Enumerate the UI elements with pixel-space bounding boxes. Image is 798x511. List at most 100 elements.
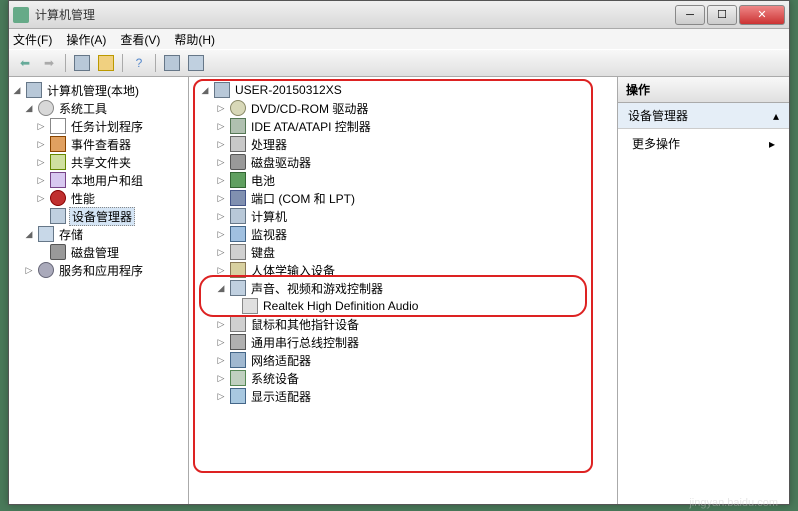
expander-icon[interactable]: ▷ <box>215 174 227 186</box>
dev-root[interactable]: ◢ USER-20150312XS <box>191 81 615 99</box>
expander-icon[interactable]: ▷ <box>35 120 47 132</box>
expander-icon[interactable]: ▷ <box>215 228 227 240</box>
dev-ports[interactable]: ▷ 端口 (COM 和 LPT) <box>191 189 615 207</box>
expander-icon[interactable]: ▷ <box>35 156 47 168</box>
dev-sound[interactable]: ◢ 声音、视频和游戏控制器 <box>191 279 615 297</box>
computer-icon <box>26 82 42 98</box>
expander-icon[interactable]: ▷ <box>215 372 227 384</box>
hid-icon <box>230 262 246 278</box>
expander-icon[interactable]: ▷ <box>215 102 227 114</box>
expander-icon[interactable]: ▷ <box>215 192 227 204</box>
expander-icon[interactable]: ▷ <box>23 264 35 276</box>
speaker-icon <box>242 298 258 314</box>
ide-icon <box>230 118 246 134</box>
tree-root[interactable]: ◢ 计算机管理(本地) <box>11 81 186 99</box>
expander-icon[interactable]: ▷ <box>215 210 227 222</box>
expander-icon[interactable]: ◢ <box>23 102 35 114</box>
menu-help[interactable]: 帮助(H) <box>174 31 215 48</box>
window-title: 计算机管理 <box>35 6 675 23</box>
properties-button[interactable] <box>96 53 116 73</box>
expander-icon[interactable]: ▷ <box>215 354 227 366</box>
disk-icon <box>230 154 246 170</box>
collapse-icon[interactable]: ▴ <box>773 109 779 123</box>
tree-task-scheduler[interactable]: ▷ 任务计划程序 <box>11 117 186 135</box>
performance-icon <box>50 190 66 206</box>
tree-system-tools[interactable]: ◢ 系统工具 <box>11 99 186 117</box>
dev-cpu[interactable]: ▷ 处理器 <box>191 135 615 153</box>
expander-icon[interactable]: ▷ <box>35 192 47 204</box>
services-icon <box>38 262 54 278</box>
port-icon <box>230 190 246 206</box>
show-hide-button[interactable] <box>72 53 92 73</box>
tools-icon <box>38 100 54 116</box>
back-button[interactable]: ⬅ <box>15 53 35 73</box>
scheduler-icon <box>50 118 66 134</box>
tree-shared-folders[interactable]: ▷ 共享文件夹 <box>11 153 186 171</box>
dev-dvd[interactable]: ▷ DVD/CD-ROM 驱动器 <box>191 99 615 117</box>
expander-icon[interactable]: ◢ <box>199 84 211 96</box>
keyboard-icon <box>230 244 246 260</box>
tree-disk-mgmt[interactable]: 磁盘管理 <box>11 243 186 261</box>
usb-icon <box>230 334 246 350</box>
expander-icon[interactable]: ▷ <box>215 156 227 168</box>
expander-icon[interactable]: ◢ <box>23 228 35 240</box>
tree-services[interactable]: ▷ 服务和应用程序 <box>11 261 186 279</box>
tree-event-viewer[interactable]: ▷ 事件查看器 <box>11 135 186 153</box>
content-area: ◢ 计算机管理(本地) ◢ 系统工具 ▷ 任务计划程序 ▷ 事件查看器 <box>9 77 789 504</box>
dev-usb[interactable]: ▷ 通用串行总线控制器 <box>191 333 615 351</box>
sound-icon <box>230 280 246 296</box>
expander-icon[interactable]: ▷ <box>215 246 227 258</box>
expander-icon[interactable]: ▷ <box>215 138 227 150</box>
computer-icon <box>230 208 246 224</box>
actions-panel: 操作 设备管理器 ▴ 更多操作 ▸ <box>617 77 789 504</box>
main-window: 计算机管理 ─ ☐ ✕ 文件(F) 操作(A) 查看(V) 帮助(H) ⬅ ➡ … <box>8 0 790 505</box>
separator <box>65 54 66 72</box>
scan-button[interactable] <box>162 53 182 73</box>
dev-ide[interactable]: ▷ IDE ATA/ATAPI 控制器 <box>191 117 615 135</box>
actions-section[interactable]: 设备管理器 ▴ <box>618 103 789 129</box>
dev-network[interactable]: ▷ 网络适配器 <box>191 351 615 369</box>
dev-hid[interactable]: ▷ 人体学输入设备 <box>191 261 615 279</box>
expander-icon[interactable]: ▷ <box>215 390 227 402</box>
expander-icon[interactable]: ◢ <box>11 84 23 96</box>
expander-icon[interactable]: ▷ <box>215 264 227 276</box>
close-button[interactable]: ✕ <box>739 5 785 25</box>
dev-mouse[interactable]: ▷ 鼠标和其他指针设备 <box>191 315 615 333</box>
share-icon <box>50 154 66 170</box>
forward-button[interactable]: ➡ <box>39 53 59 73</box>
separator <box>155 54 156 72</box>
minimize-button[interactable]: ─ <box>675 5 705 25</box>
device-tree-panel: ◢ USER-20150312XS ▷ DVD/CD-ROM 驱动器 ▷ IDE… <box>189 77 617 504</box>
expander-icon[interactable]: ▷ <box>215 120 227 132</box>
expander-icon[interactable]: ▷ <box>35 174 47 186</box>
dev-battery[interactable]: ▷ 电池 <box>191 171 615 189</box>
help-button[interactable]: ? <box>129 53 149 73</box>
devmgr-icon <box>50 208 66 224</box>
expander-icon[interactable]: ▷ <box>215 336 227 348</box>
expander-icon[interactable]: ▷ <box>35 138 47 150</box>
dev-sound-device[interactable]: Realtek High Definition Audio <box>191 297 615 315</box>
users-icon <box>50 172 66 188</box>
tree-performance[interactable]: ▷ 性能 <box>11 189 186 207</box>
actions-more[interactable]: 更多操作 ▸ <box>618 129 789 158</box>
dev-disk[interactable]: ▷ 磁盘驱动器 <box>191 153 615 171</box>
display-icon <box>230 388 246 404</box>
menu-file[interactable]: 文件(F) <box>13 31 52 48</box>
battery-icon <box>230 172 246 188</box>
expander-icon[interactable]: ▷ <box>215 318 227 330</box>
computer-icon <box>214 82 230 98</box>
dev-monitor[interactable]: ▷ 监视器 <box>191 225 615 243</box>
tree-storage[interactable]: ◢ 存储 <box>11 225 186 243</box>
tree-local-users[interactable]: ▷ 本地用户和组 <box>11 171 186 189</box>
dev-keyboard[interactable]: ▷ 键盘 <box>191 243 615 261</box>
dev-system[interactable]: ▷ 系统设备 <box>191 369 615 387</box>
expander-icon[interactable]: ◢ <box>215 282 227 294</box>
tree-device-manager[interactable]: 设备管理器 <box>11 207 186 225</box>
refresh-button[interactable] <box>186 53 206 73</box>
dev-computer[interactable]: ▷ 计算机 <box>191 207 615 225</box>
maximize-button[interactable]: ☐ <box>707 5 737 25</box>
menu-view[interactable]: 查看(V) <box>120 31 160 48</box>
separator <box>122 54 123 72</box>
dev-display[interactable]: ▷ 显示适配器 <box>191 387 615 405</box>
menu-action[interactable]: 操作(A) <box>66 31 106 48</box>
